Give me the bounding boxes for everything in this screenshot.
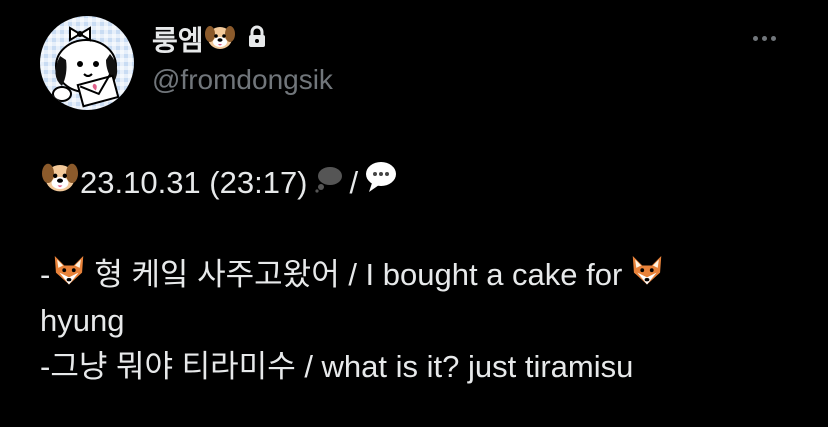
fox-face-icon <box>628 251 666 300</box>
tweet-text: 23.10.31 (23:17) / - 형 케잌 사주고왔어 / I boug… <box>40 160 800 390</box>
display-name[interactable]: 룽엠 <box>152 19 204 59</box>
line-prefix-dash: - <box>40 257 51 292</box>
thought-bubble-icon <box>314 160 344 206</box>
fox-face-icon <box>50 251 88 300</box>
dog-face-icon <box>204 21 236 58</box>
tweet-date-text: 23.10.31 (23:17) <box>80 165 308 200</box>
speech-bubble-icon <box>364 160 398 207</box>
tweet-line-cake: - 형 케잌 사주고왔어 / I bought a cake for <box>40 252 800 298</box>
user-handle[interactable]: @fromdongsik <box>152 64 333 96</box>
dog-face-icon <box>40 159 80 208</box>
profile-name-row: 룽엠 <box>152 20 268 58</box>
profile-avatar[interactable] <box>40 16 134 110</box>
tweet-tiramisu-text: -그냥 뭐야 티라미수 / what is it? just tiramisu <box>40 349 634 384</box>
tweet-hyung-text: hyung <box>40 303 125 338</box>
tweet-cake-text: 형 케잌 사주고왔어 / I bought a cake for <box>94 257 623 292</box>
pochacco-avatar-image <box>52 26 120 108</box>
separator-slash: / <box>349 165 359 200</box>
lock-icon <box>246 25 268 54</box>
tweet-line-hyung: hyung <box>40 298 800 344</box>
more-options-icon[interactable] <box>753 36 776 41</box>
tweet-line-tiramisu: -그냥 뭐야 티라미수 / what is it? just tiramisu <box>40 344 800 390</box>
tweet-line-date: 23.10.31 (23:17) / <box>40 160 800 206</box>
